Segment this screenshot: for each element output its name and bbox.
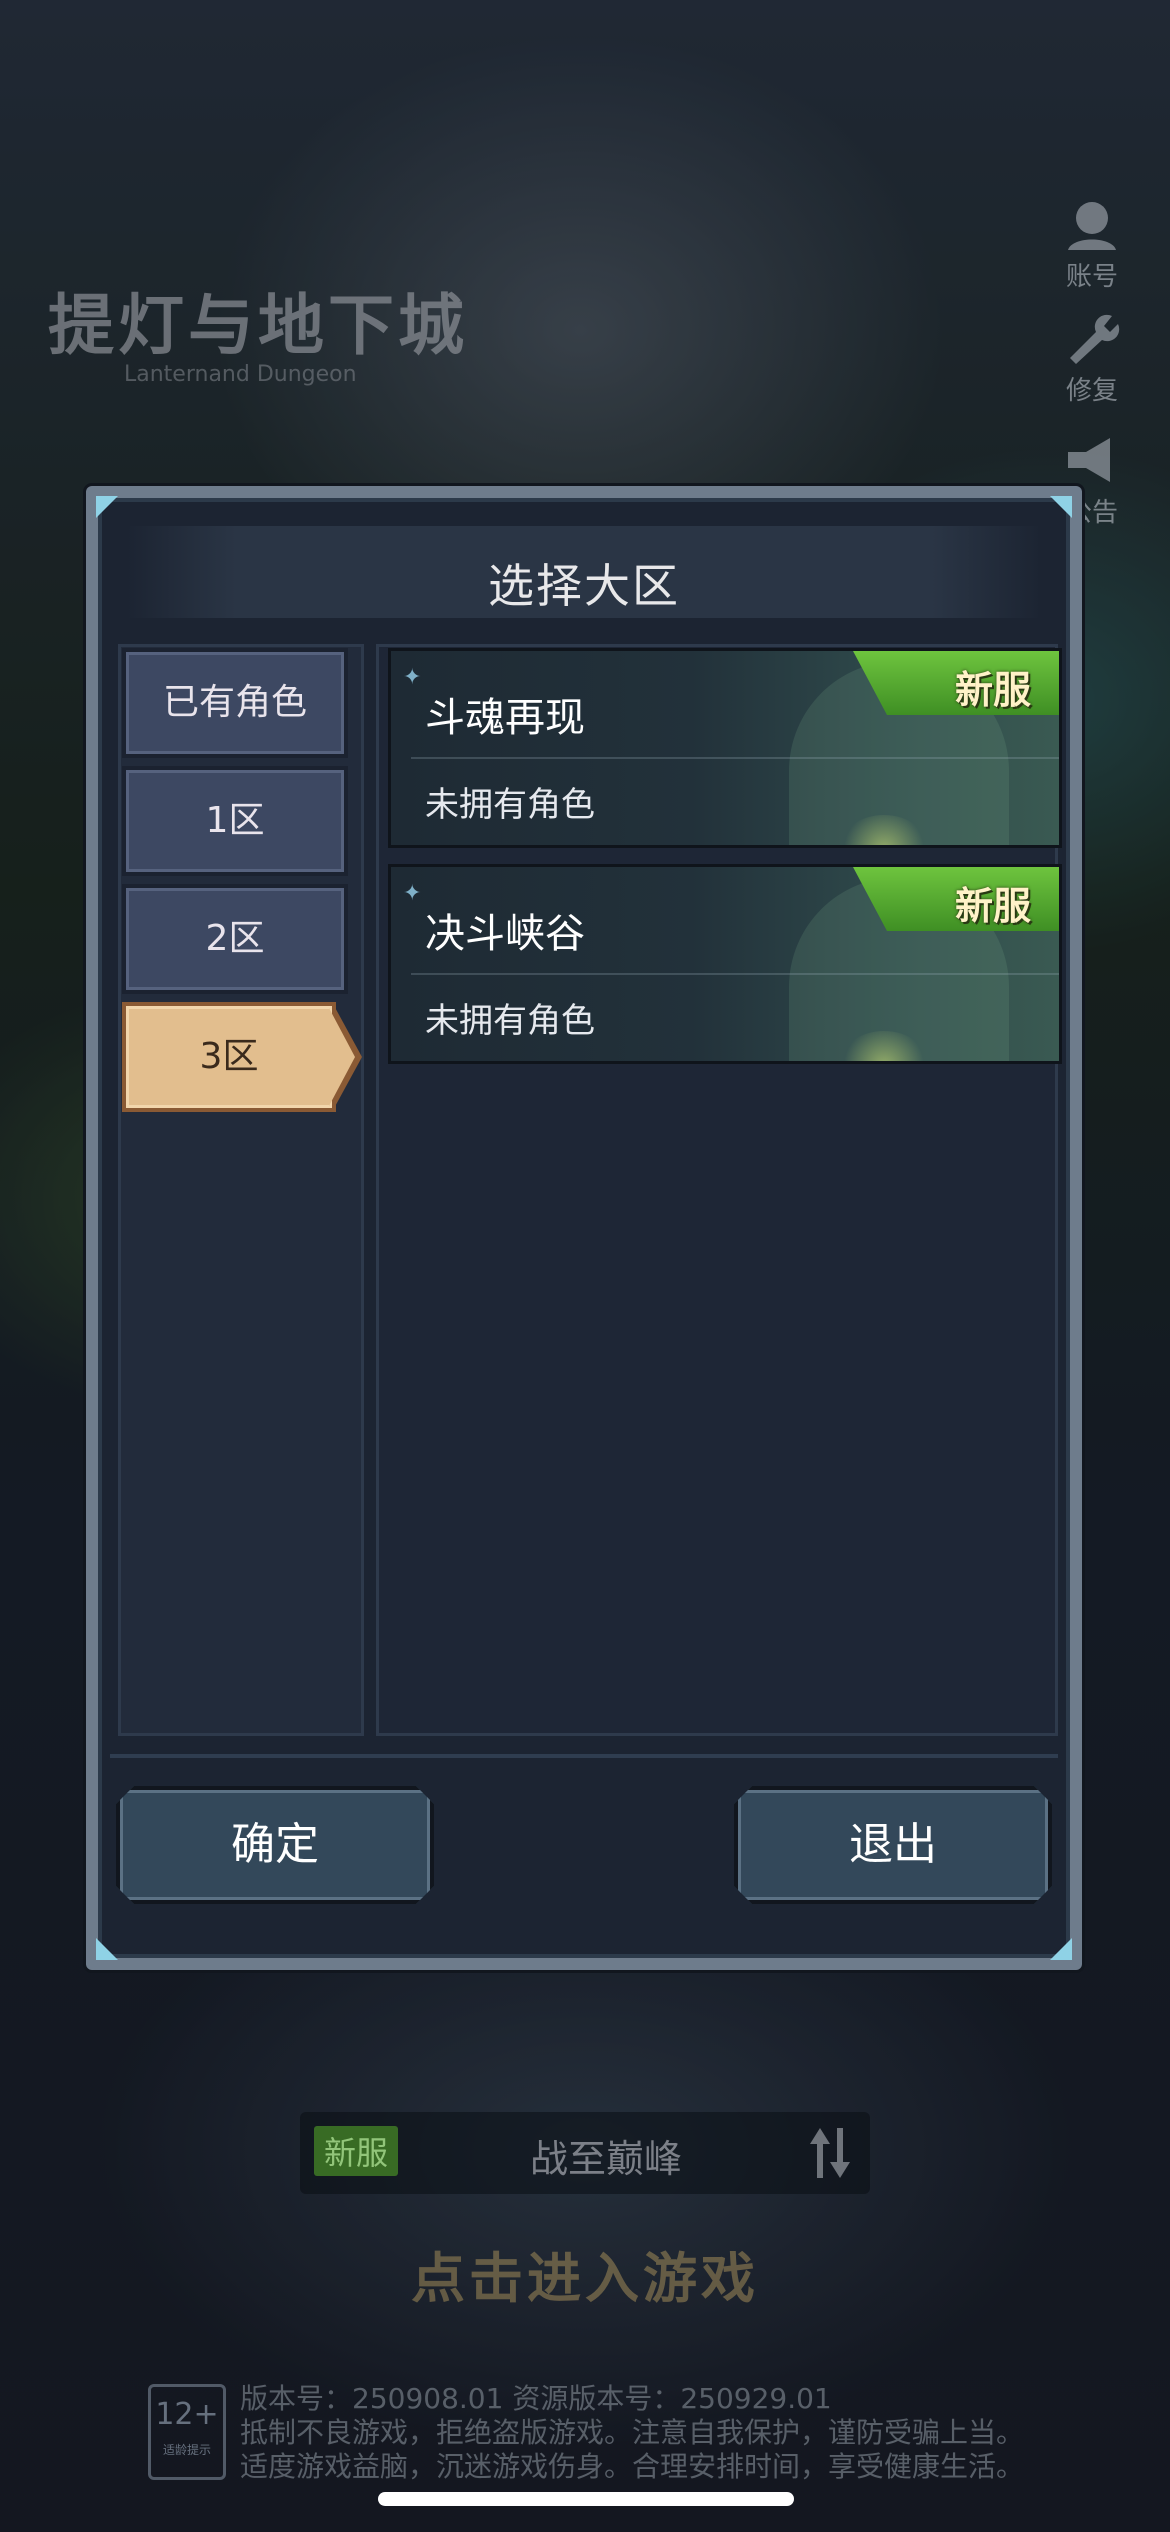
account-button[interactable]: 账号 bbox=[1046, 196, 1138, 293]
new-server-badge-label: 新服 bbox=[954, 668, 1031, 712]
swap-arrows-icon[interactable] bbox=[808, 2124, 852, 2182]
new-server-badge-label: 新服 bbox=[954, 884, 1031, 928]
corner-ornament bbox=[1050, 496, 1072, 518]
corner-ornament bbox=[1050, 1938, 1072, 1960]
megaphone-icon bbox=[1068, 438, 1110, 482]
server-name: 斗魂再现 bbox=[425, 695, 585, 741]
age-rating-note: 适龄提示 bbox=[162, 2443, 211, 2457]
account-icon bbox=[1068, 202, 1116, 250]
version-line: 版本号：250908.01 资源版本号：250929.01 bbox=[240, 2382, 832, 2415]
server-card[interactable]: ✦ 斗魂再现 未拥有角色 新服 bbox=[388, 648, 1062, 848]
sparkle-icon: ✦ bbox=[403, 665, 422, 690]
tab-owned-characters[interactable]: 已有角色 bbox=[122, 648, 348, 758]
server-card[interactable]: ✦ 决斗峡谷 未拥有角色 新服 bbox=[388, 864, 1062, 1064]
server-status: 未拥有角色 bbox=[425, 1001, 595, 1041]
server-select-dialog: 选择大区 已有角色 1区 2区 3区 ✦ 斗魂再现 未拥有角色 新服 ✦ 决斗峡… bbox=[86, 486, 1082, 1970]
tab-region-2[interactable]: 2区 bbox=[122, 884, 348, 994]
repair-label: 修复 bbox=[1065, 376, 1118, 406]
exit-button[interactable]: 退出 bbox=[734, 1786, 1052, 1904]
card-divider bbox=[411, 757, 1059, 759]
sparkle-icon: ✦ bbox=[403, 881, 422, 906]
legal-notice: 版本号：250908.01 资源版本号：250929.01 抵制不良游戏，拒绝盗… bbox=[240, 2382, 1024, 2484]
active-tab-arrow bbox=[329, 1002, 362, 1112]
legal-line-2: 适度游戏益脑，沉迷游戏伤身。合理安排时间，享受健康生活。 bbox=[240, 2450, 1025, 2483]
age-rating-value: 12+ bbox=[155, 2397, 219, 2432]
new-server-badge: 新服 bbox=[853, 867, 1059, 931]
tab-region-1[interactable]: 1区 bbox=[122, 766, 348, 876]
game-logo-subtitle: Lanternand Dungeon bbox=[124, 362, 357, 387]
tab-region-3[interactable]: 3区 bbox=[122, 1002, 362, 1112]
new-server-badge: 新服 bbox=[853, 651, 1059, 715]
current-server-tag: 新服 bbox=[314, 2126, 399, 2176]
confirm-button[interactable]: 确定 bbox=[116, 1786, 434, 1904]
age-rating-badge: 12+ 适龄提示 bbox=[148, 2384, 226, 2480]
current-server-name: 战至巅峰 bbox=[530, 2137, 683, 2181]
tab-region-3-label: 3区 bbox=[199, 1036, 259, 1077]
corner-ornament bbox=[96, 496, 118, 518]
home-indicator[interactable] bbox=[378, 2492, 794, 2506]
corner-ornament bbox=[96, 1938, 118, 1960]
dialog-title: 选择大区 bbox=[488, 559, 680, 613]
footer-divider bbox=[110, 1754, 1058, 1758]
repair-button[interactable]: 修复 bbox=[1046, 310, 1138, 407]
wrench-icon bbox=[1070, 314, 1120, 364]
server-status: 未拥有角色 bbox=[425, 785, 595, 825]
card-divider bbox=[411, 973, 1059, 975]
server-name: 决斗峡谷 bbox=[425, 911, 585, 957]
game-logo: 提灯与地下城 bbox=[48, 286, 468, 364]
account-label: 账号 bbox=[1065, 262, 1118, 292]
legal-line-1: 抵制不良游戏，拒绝盗版游戏。注意自我保护，谨防受骗上当。 bbox=[240, 2416, 1025, 2449]
enter-game-button[interactable]: 点击进入游戏 bbox=[0, 2234, 1170, 2313]
